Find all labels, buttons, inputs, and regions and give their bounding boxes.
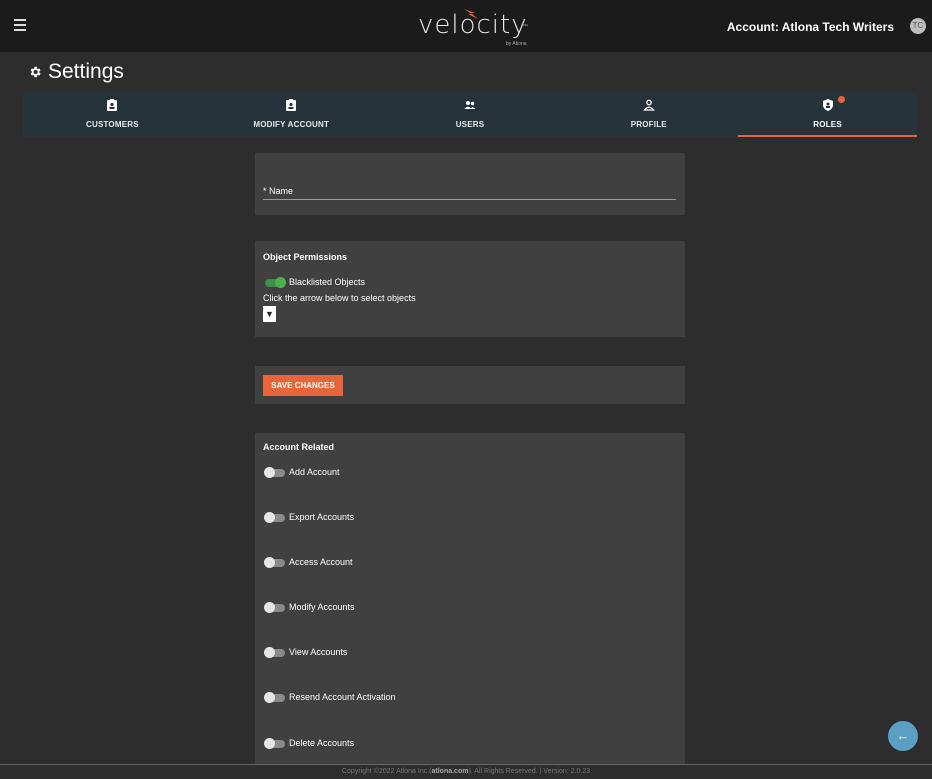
person-icon <box>642 99 655 111</box>
page-title: Settings <box>48 60 124 83</box>
tab-profile[interactable]: PROFILE <box>559 92 738 137</box>
tab-users[interactable]: USERS <box>381 92 560 137</box>
gear-icon <box>30 66 41 78</box>
name-field[interactable] <box>263 199 676 200</box>
footer-text-pre: Copyright ©2022 Atlona Inc.( <box>341 768 432 775</box>
export-accounts-toggle[interactable] <box>264 512 285 523</box>
tab-label: USERS <box>455 120 485 129</box>
object-permissions-title: Object Permissions <box>263 252 348 262</box>
tab-label: PROFILE <box>630 120 667 129</box>
notification-badge <box>838 96 846 103</box>
hamburger-menu-icon[interactable] <box>14 19 26 31</box>
select-objects-arrow-button[interactable]: ▼ <box>263 306 276 322</box>
modify-accounts-toggle[interactable] <box>264 602 285 613</box>
save-card: SAVE CHANGES <box>255 366 685 404</box>
resend-account-activation-toggle[interactable] <box>264 692 285 703</box>
tab-label: CUSTOMERS <box>86 120 139 129</box>
select-objects-hint: Click the arrow below to select objects <box>263 293 416 303</box>
logo-flash-icon <box>464 9 478 19</box>
tab-modify-account[interactable]: MODIFY ACCOUNT <box>202 92 381 137</box>
tab-label: MODIFY ACCOUNT <box>253 120 330 129</box>
blacklisted-objects-label: Blacklisted Objects <box>289 277 366 287</box>
permission-label: Resend Account Activation <box>289 692 396 702</box>
logo-subtext: by Atlona <box>506 41 527 47</box>
tab-customers[interactable]: CUSTOMERS <box>23 92 202 137</box>
blacklisted-objects-toggle[interactable] <box>265 277 286 288</box>
permission-label: Add Account <box>289 467 340 477</box>
name-field-label: * Name <box>263 186 294 196</box>
permission-label: View Accounts <box>289 647 348 657</box>
users-icon <box>464 101 476 109</box>
shield-icon <box>822 99 833 111</box>
tab-label: ROLES <box>813 120 842 129</box>
delete-accounts-toggle[interactable] <box>264 738 285 749</box>
permission-label: Modify Accounts <box>289 602 355 612</box>
account-related-card: Account Related Add Account Export Accou… <box>255 433 685 773</box>
page-title-row: Settings <box>28 60 124 84</box>
footer-link[interactable]: atlona.com <box>432 768 469 775</box>
account-related-title: Account Related <box>263 442 335 452</box>
access-account-toggle[interactable] <box>264 557 285 568</box>
permission-label: Export Accounts <box>289 512 355 522</box>
back-arrow-button[interactable]: ← <box>888 721 918 751</box>
object-permissions-card: Object Permissions Blacklisted Objects C… <box>255 241 685 337</box>
tab-roles[interactable]: ROLES <box>738 92 917 137</box>
footer-text-post: ). All Rights Reserved. | Version: 2.0.2… <box>468 768 591 775</box>
footer: Copyright ©2022 Atlona Inc.(atlona.com).… <box>0 764 932 779</box>
logo-trademark: ™ <box>522 24 528 30</box>
permission-label: Delete Accounts <box>289 738 355 748</box>
settings-tabs: CUSTOMERS MODIFY ACCOUNT USERS PROFILE R… <box>23 92 917 137</box>
top-bar: velocity ™ by Atlona Account: Atlona Tec… <box>0 0 932 52</box>
permission-label: Access Account <box>289 557 353 567</box>
account-label: Account: Atlona Tech Writers <box>726 20 894 34</box>
badge-icon <box>286 99 297 111</box>
add-account-toggle[interactable] <box>264 467 285 478</box>
avatar[interactable]: TC <box>910 18 926 34</box>
badge-icon <box>107 99 118 111</box>
view-accounts-toggle[interactable] <box>264 647 285 658</box>
velocity-logo: velocity ™ by Atlona <box>418 9 528 47</box>
name-card: * Name <box>255 153 685 215</box>
save-changes-button[interactable]: SAVE CHANGES <box>263 375 343 396</box>
